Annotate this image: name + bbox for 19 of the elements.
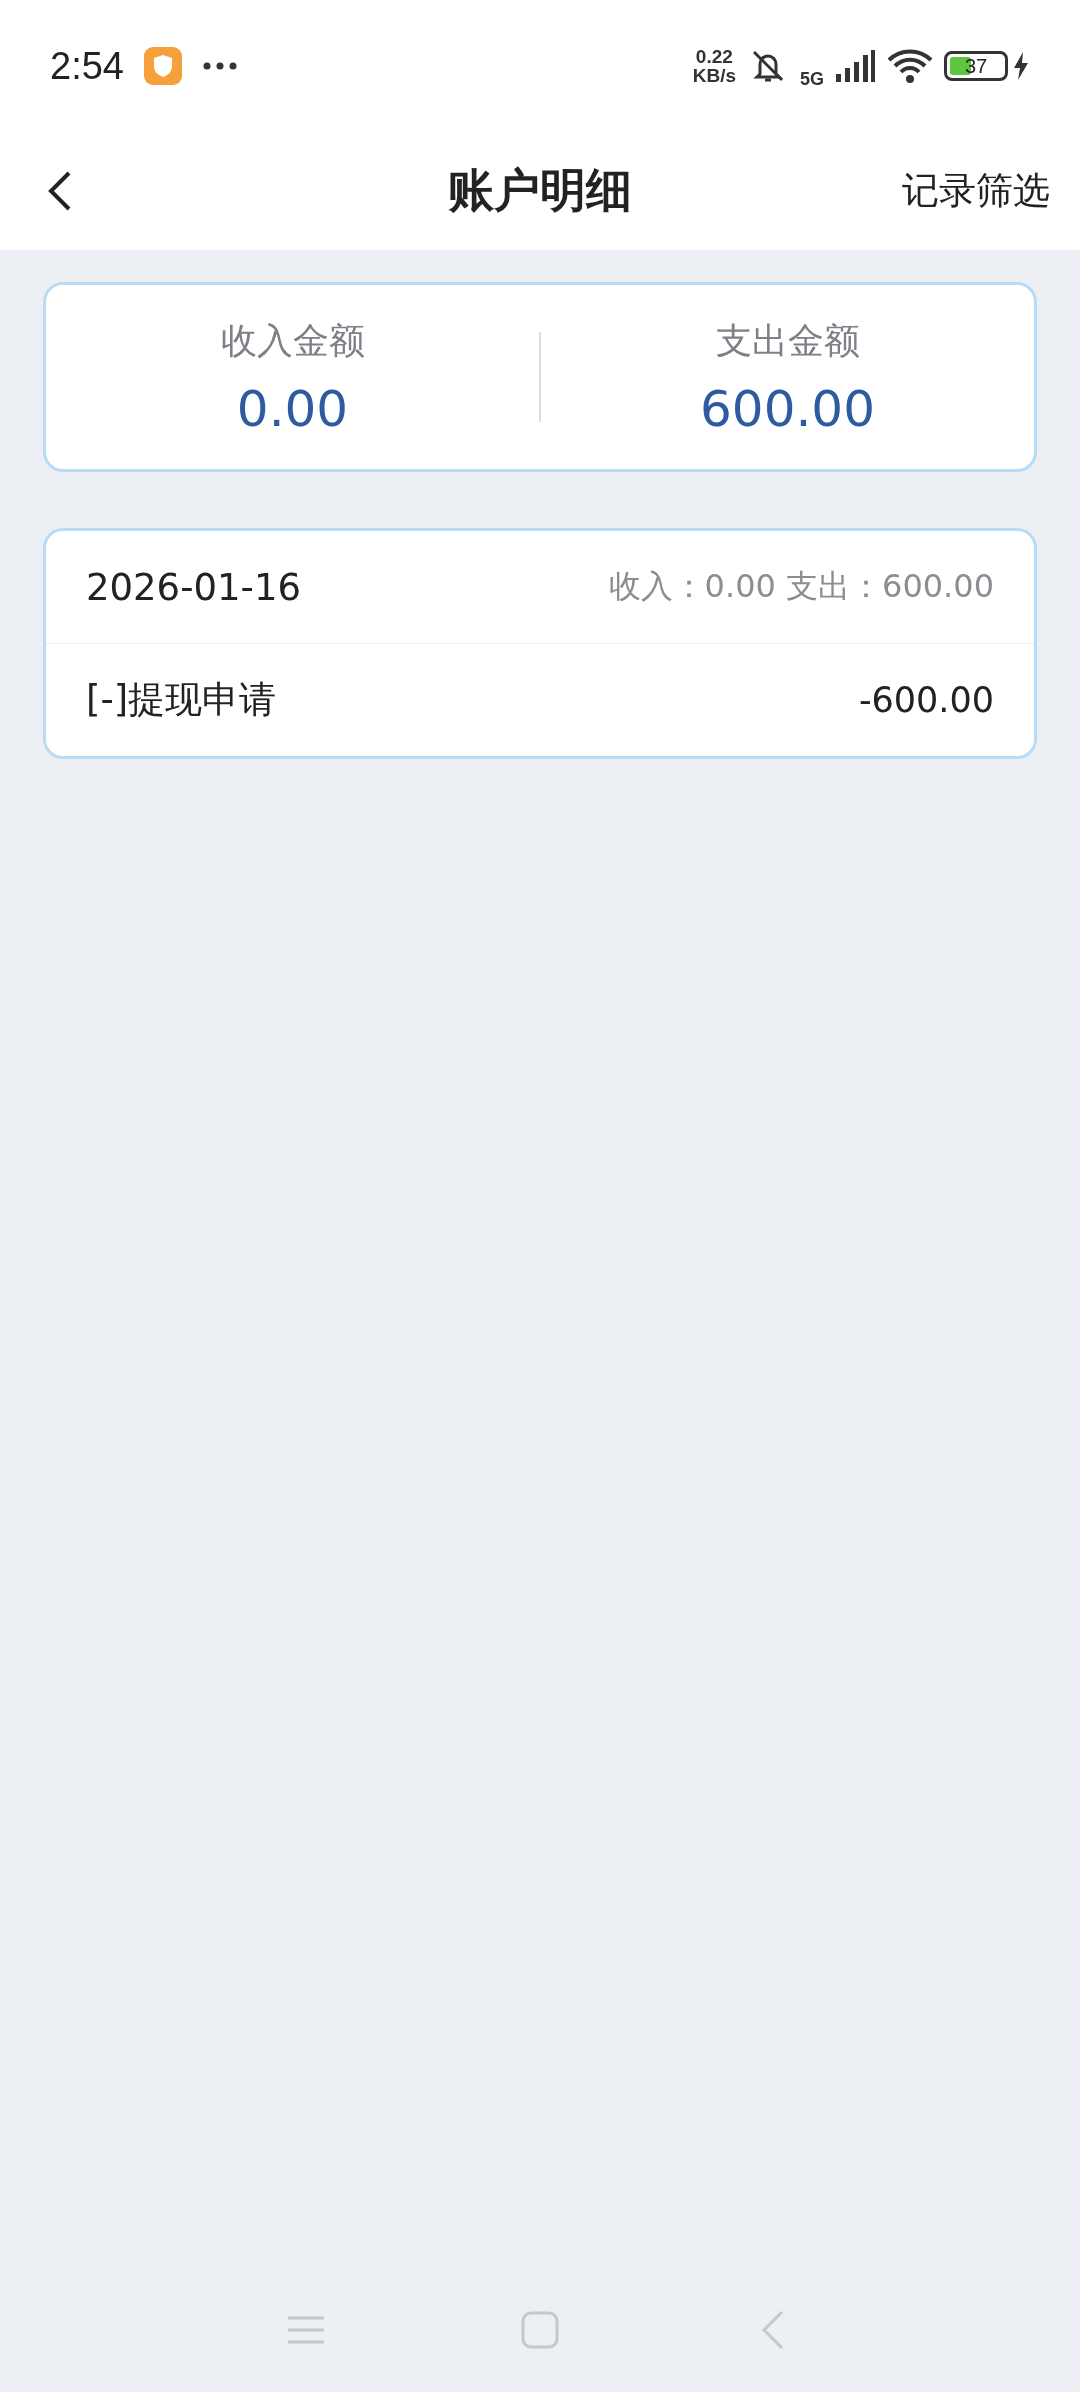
transaction-name: [-]提现申请 (86, 677, 277, 723)
summary-label: 收入金额 (220, 318, 365, 363)
day-totals: 收入：0.00 支出：600.00 (608, 566, 994, 607)
wifi-icon (886, 47, 934, 85)
summary-amount: 0.00 (236, 379, 349, 438)
shield-app-icon (143, 47, 182, 85)
network-speed: 0.22 (695, 47, 733, 66)
status-time: 2:54 (50, 44, 124, 88)
transaction-amount: -600.00 (858, 680, 994, 720)
transaction-date: 2026-01-16 (86, 565, 302, 609)
signal-icon (834, 48, 876, 84)
summary-label: 支出金额 (715, 318, 860, 363)
page-title: 账户明细 (448, 163, 632, 217)
speed-unit: KB/s (692, 66, 736, 85)
more-dots-icon (201, 61, 238, 71)
network-type: 5G (800, 68, 824, 90)
summary-amount: 600.00 (700, 379, 875, 438)
filter-records-link[interactable]: 记录筛选 (902, 166, 1050, 216)
charging-bolt-icon (1012, 51, 1030, 81)
